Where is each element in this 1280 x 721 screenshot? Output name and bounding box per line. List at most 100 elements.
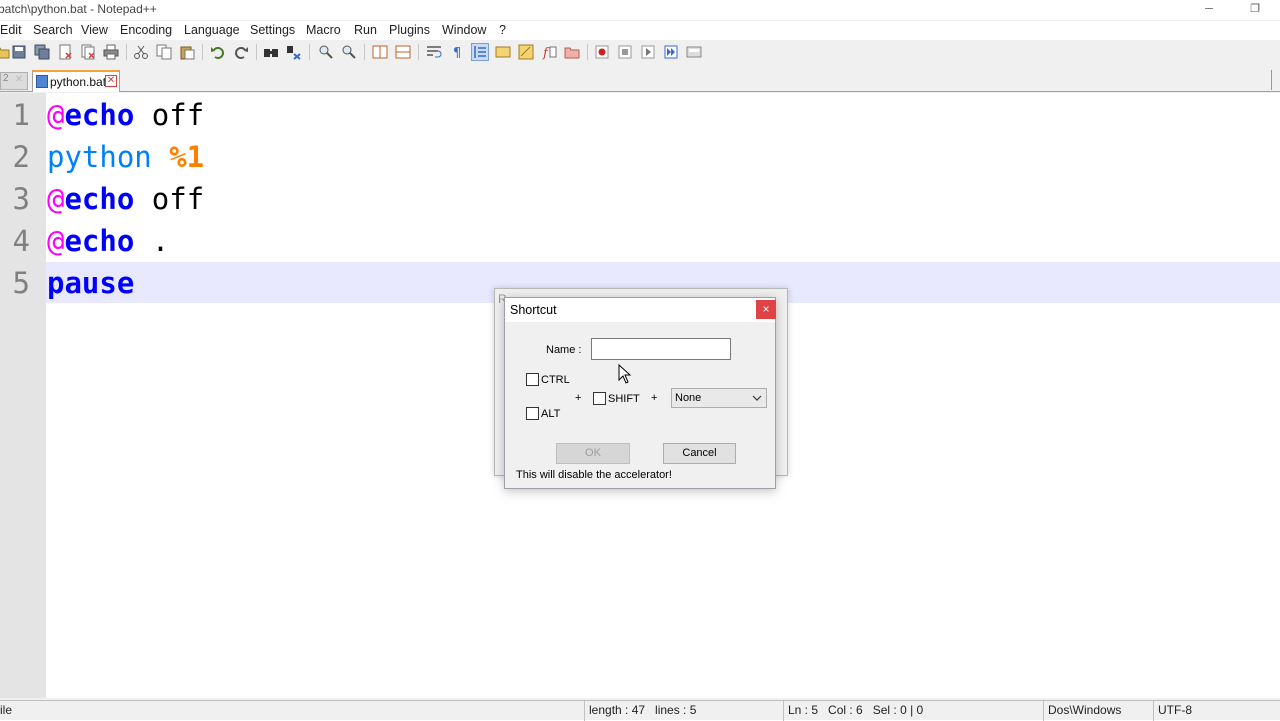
dialog-title-bar[interactable]: Shortcut	[505, 298, 775, 322]
code-line: @echo off	[47, 98, 204, 132]
ok-button[interactable]: OK	[556, 443, 630, 464]
menu-macro[interactable]: Macro	[306, 23, 341, 37]
line-number: 3	[12, 182, 30, 216]
minimize-button[interactable]: ─	[1186, 0, 1232, 20]
name-input[interactable]	[591, 338, 731, 360]
keyword-token: echo	[64, 224, 135, 258]
shortcut-dialog: Shortcut × Name : CTRL ALT + SHIFT + Non…	[504, 297, 776, 489]
paste-icon[interactable]	[179, 44, 195, 60]
mouse-pointer-icon	[618, 364, 632, 384]
status-ln: Ln : 5	[788, 703, 819, 717]
run-macro-multiple-icon[interactable]	[663, 44, 679, 60]
print-icon[interactable]	[103, 44, 119, 60]
cancel-button[interactable]: Cancel	[663, 443, 736, 464]
tab-python-bat[interactable]: python.bat ✕	[32, 70, 120, 92]
menu-encoding[interactable]: Encoding	[120, 23, 172, 37]
record-macro-icon[interactable]	[594, 44, 610, 60]
warning-text: This will disable the accelerator!	[516, 469, 672, 481]
stop-macro-icon[interactable]	[617, 44, 633, 60]
tab-bar: 2 ✕ python.bat ✕	[0, 68, 1280, 92]
toolbar-separator	[202, 44, 203, 60]
window-title: batch\python.bat - Notepad++	[0, 2, 157, 16]
sync-horizontal-icon[interactable]	[395, 44, 411, 60]
user-language-icon[interactable]	[495, 44, 511, 60]
save-macro-icon[interactable]	[686, 44, 702, 60]
doc-map-icon[interactable]	[518, 44, 534, 60]
save-icon[interactable]	[11, 44, 27, 60]
save-all-icon[interactable]	[34, 44, 50, 60]
menu-window[interactable]: Window	[442, 23, 486, 37]
tab-close-icon[interactable]: ✕	[105, 75, 117, 87]
status-position: Ln : 5 Col : 6 Sel : 0 | 0	[783, 701, 1041, 721]
code-line: @echo off	[47, 182, 204, 216]
menu-run[interactable]: Run	[354, 23, 377, 37]
keyword-token: echo	[64, 182, 135, 216]
alt-checkbox[interactable]	[526, 407, 539, 420]
close-all-icon[interactable]	[80, 44, 96, 60]
code-line: pause	[47, 266, 134, 300]
status-lines-value: lines : 5	[655, 703, 697, 717]
plus-sign: +	[575, 392, 582, 404]
open-file-icon[interactable]	[0, 44, 10, 60]
menu-view[interactable]: View	[81, 23, 108, 37]
zoom-out-icon[interactable]	[341, 44, 357, 60]
menu-help[interactable]: ?	[499, 23, 506, 37]
copy-icon[interactable]	[156, 44, 172, 60]
key-select[interactable]: None	[671, 388, 767, 408]
toolbar-separator	[364, 44, 365, 60]
tab-previous[interactable]: 2 ✕	[0, 72, 28, 90]
at-sign-token: @	[47, 182, 65, 216]
menu-language[interactable]: Language	[184, 23, 240, 37]
toolbar-separator	[256, 44, 257, 60]
key-select-value: None	[675, 392, 702, 404]
keyword-token: pause	[47, 266, 135, 300]
indent-guide-icon[interactable]	[471, 43, 489, 61]
status-encoding[interactable]: UTF-8	[1153, 701, 1273, 721]
word-wrap-icon[interactable]	[426, 44, 442, 60]
redo-icon[interactable]	[233, 44, 249, 60]
text-token: off	[134, 98, 205, 132]
svg-text:f: f	[542, 46, 550, 60]
play-macro-icon[interactable]	[640, 44, 656, 60]
file-icon	[36, 75, 48, 88]
code-line: @echo .	[47, 224, 169, 258]
sync-vertical-icon[interactable]	[372, 44, 388, 60]
svg-text:¶: ¶	[453, 46, 461, 60]
line-number: 4	[12, 224, 30, 258]
shift-checkbox[interactable]	[593, 392, 606, 405]
undo-icon[interactable]	[210, 44, 226, 60]
line-number: 1	[12, 98, 30, 132]
dialog-close-button[interactable]: ×	[756, 300, 776, 319]
at-sign-token: @	[47, 98, 65, 132]
text-token: .	[134, 224, 170, 258]
tab-previous-label: 2	[3, 73, 9, 84]
at-sign-token: @	[47, 224, 65, 258]
close-file-icon[interactable]	[57, 44, 73, 60]
replace-icon[interactable]	[286, 44, 302, 60]
function-list-icon[interactable]: f	[541, 44, 557, 60]
shift-label: SHIFT	[608, 393, 640, 405]
status-sel: Sel : 0 | 0	[872, 703, 924, 717]
toolbar-separator	[587, 44, 588, 60]
tab-previous-close-icon[interactable]: ✕	[15, 74, 23, 85]
status-eol[interactable]: Dos\Windows	[1043, 701, 1151, 721]
menu-edit[interactable]: Edit	[0, 23, 22, 37]
ctrl-checkbox[interactable]	[526, 373, 539, 386]
menu-plugins[interactable]: Plugins	[389, 23, 430, 37]
find-icon[interactable]	[263, 44, 279, 60]
zoom-in-icon[interactable]	[318, 44, 334, 60]
keyword-token: echo	[64, 98, 135, 132]
cut-icon[interactable]	[133, 44, 149, 60]
restore-button[interactable]: ❐	[1232, 0, 1278, 20]
status-bar: ile length : 47 lines : 5 Ln : 5 Col : 6 Se…	[0, 700, 1280, 721]
toolbar: ¶ f	[0, 40, 1280, 64]
plus-sign: +	[651, 392, 658, 404]
show-all-chars-icon[interactable]: ¶	[449, 44, 465, 60]
menu-settings[interactable]: Settings	[250, 23, 295, 37]
status-length-value: length : 47	[589, 703, 646, 717]
folder-workspace-icon[interactable]	[564, 44, 580, 60]
tab-scroll-arrows[interactable]	[1271, 70, 1280, 90]
status-file-type: ile	[0, 703, 13, 717]
line-number: 2	[12, 140, 30, 174]
menu-search[interactable]: Search	[33, 23, 73, 37]
